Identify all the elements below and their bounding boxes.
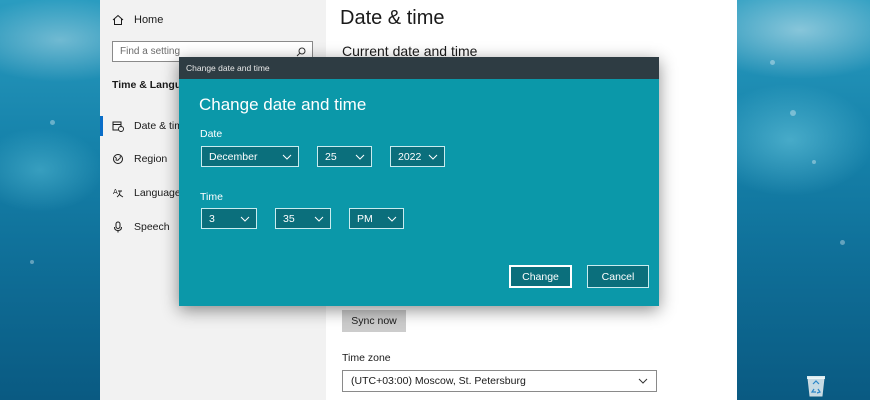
date-label: Date (200, 128, 223, 140)
year-value: 2022 (398, 150, 422, 163)
chevron-down-icon (387, 216, 397, 222)
language-icon: A (113, 188, 124, 198)
sidebar-item-label: Date & tim (134, 120, 184, 132)
microphone-icon (114, 221, 122, 233)
minute-value: 35 (283, 212, 295, 225)
dialog-titlebar[interactable]: Change date and time (179, 57, 659, 79)
chevron-down-icon (240, 216, 250, 222)
day-select[interactable]: 25 (317, 146, 372, 167)
hour-value: 3 (209, 212, 215, 225)
cancel-button[interactable]: Cancel (587, 265, 649, 288)
chevron-down-icon (638, 378, 648, 384)
chevron-down-icon (355, 154, 365, 160)
change-date-time-dialog: Change date and time Change date and tim… (179, 57, 659, 306)
sidebar-item-label: Language (134, 187, 181, 199)
timezone-label: Time zone (342, 352, 391, 364)
dialog-window-title: Change date and time (186, 63, 270, 73)
timezone-value: (UTC+03:00) Moscow, St. Petersburg (351, 375, 526, 387)
sidebar-item-speech[interactable]: Speech (112, 218, 170, 236)
timezone-select[interactable]: (UTC+03:00) Moscow, St. Petersburg (342, 370, 657, 392)
dialog-heading: Change date and time (199, 95, 367, 114)
search-icon[interactable] (296, 47, 306, 57)
calendar-clock-icon (112, 121, 124, 132)
ampm-select[interactable]: PM (349, 208, 404, 229)
recycle-bin-icon[interactable] (803, 372, 829, 398)
sidebar-item-label: Speech (134, 221, 170, 233)
month-value: December (209, 150, 258, 163)
hour-select[interactable]: 3 (201, 208, 257, 229)
svg-text:A: A (113, 188, 118, 196)
chevron-down-icon (428, 154, 438, 160)
nav-home[interactable]: Home (112, 11, 163, 29)
sync-now-button[interactable]: Sync now (342, 310, 406, 332)
chevron-down-icon (282, 154, 292, 160)
ampm-value: PM (357, 212, 373, 225)
page-title: Date & time (340, 7, 445, 29)
chevron-down-icon (314, 216, 324, 222)
day-value: 25 (325, 150, 337, 163)
sidebar-item-region[interactable]: Region (112, 150, 167, 168)
nav-home-label: Home (134, 14, 164, 26)
nav-section-title: Time & Langua (112, 79, 188, 91)
search-input[interactable] (120, 46, 290, 57)
globe-icon (113, 154, 123, 164)
minute-select[interactable]: 35 (275, 208, 331, 229)
year-select[interactable]: 2022 (390, 146, 445, 167)
month-select[interactable]: December (201, 146, 299, 167)
change-button[interactable]: Change (509, 265, 572, 288)
sidebar-item-date-time[interactable]: Date & tim (112, 117, 183, 135)
selected-indicator (100, 116, 103, 136)
sidebar-item-label: Region (134, 153, 168, 165)
time-label: Time (200, 191, 223, 203)
home-icon (112, 14, 124, 25)
sidebar-item-language[interactable]: A Language (112, 184, 181, 202)
